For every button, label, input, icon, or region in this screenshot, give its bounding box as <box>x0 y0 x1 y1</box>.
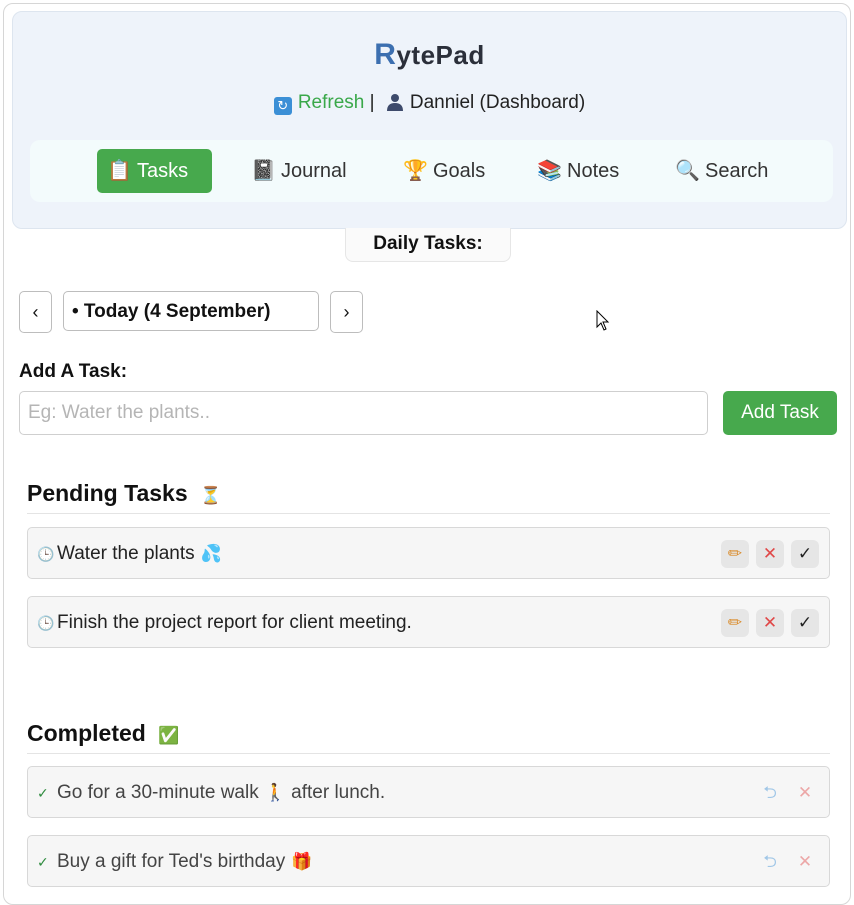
droplets-icon: 💦 <box>200 544 222 563</box>
completed-heading: Completed ✅ <box>27 720 179 747</box>
hourglass-icon: ⏳ <box>200 486 222 505</box>
separator: | <box>369 92 375 113</box>
nav-tab-tasks[interactable]: 📋 Tasks <box>97 149 212 193</box>
nav-tab-goals[interactable]: 🏆 Goals <box>393 149 495 193</box>
clock-icon: 🕒 <box>37 615 55 631</box>
task-input[interactable] <box>19 391 708 435</box>
task-text: Go for a 30-minute walk 🚶 after lunch. <box>57 767 385 819</box>
completed-title-text: Completed <box>27 720 146 746</box>
task-text: Water the plants 💦 <box>57 528 222 580</box>
pending-title-text: Pending Tasks <box>27 480 188 506</box>
task-label: Finish the project report for client mee… <box>57 612 412 633</box>
clipboard-icon: 📋 <box>107 160 132 182</box>
task-label: Buy a gift for Ted's birthday <box>57 851 286 872</box>
task-label: Water the plants <box>57 543 195 564</box>
current-date-display: • Today (4 September) <box>63 291 319 331</box>
task-label-suffix: after lunch. <box>291 782 386 803</box>
completed-task-item: ✓ Buy a gift for Ted's birthday 🎁 ⮌ ✕ <box>27 835 830 887</box>
refresh-link[interactable]: Refresh <box>298 92 365 113</box>
refresh-icon[interactable]: ↻ <box>273 97 292 115</box>
edit-task-button[interactable]: ✏ <box>721 609 749 637</box>
nav-tab-journal[interactable]: 📓 Journal <box>241 149 357 193</box>
task-text: Finish the project report for client mee… <box>57 597 412 649</box>
complete-task-button[interactable]: ✓ <box>791 609 819 637</box>
add-task-label: Add A Task: <box>19 361 128 382</box>
undo-task-button[interactable]: ⮌ <box>756 779 784 807</box>
main-nav: 📋 Tasks 📓 Journal 🏆 Goals 📚 Notes 🔍 Search <box>30 140 833 202</box>
nav-tab-label: Tasks <box>137 160 189 182</box>
app-logo: RytePad <box>13 38 846 72</box>
edit-task-button[interactable]: ✏ <box>721 540 749 568</box>
task-text: Buy a gift for Ted's birthday 🎁 <box>57 836 312 888</box>
check-box-icon: ✅ <box>158 726 180 745</box>
app-header: RytePad ↻ Refresh | Danniel (Dashboard) 📋… <box>12 11 847 229</box>
divider <box>27 753 830 754</box>
logo-initial: R <box>374 38 397 71</box>
divider <box>27 513 830 514</box>
user-line: ↻ Refresh | Danniel (Dashboard) <box>13 92 846 115</box>
check-icon: ✓ <box>37 854 49 870</box>
user-icon <box>386 94 403 111</box>
delete-task-button[interactable]: ✕ <box>756 540 784 568</box>
check-icon: ✓ <box>37 785 49 801</box>
delete-task-button[interactable]: ✕ <box>791 779 819 807</box>
magnifier-icon: 🔍 <box>675 160 700 182</box>
pending-task-item: 🕒 Water the plants 💦 ✏ ✕ ✓ <box>27 527 830 579</box>
delete-task-button[interactable]: ✕ <box>756 609 784 637</box>
delete-task-button[interactable]: ✕ <box>791 848 819 876</box>
clock-icon: 🕒 <box>37 546 55 562</box>
pending-task-item: 🕒 Finish the project report for client m… <box>27 596 830 648</box>
task-label: Go for a 30-minute walk <box>57 782 259 803</box>
books-icon: 📚 <box>537 160 562 182</box>
logo-text: ytePad <box>396 40 485 70</box>
daily-tasks-tab[interactable]: Daily Tasks: <box>345 228 511 262</box>
mouse-cursor-icon <box>596 310 610 331</box>
nav-tab-label: Journal <box>281 160 347 182</box>
prev-day-button[interactable]: ‹ <box>19 291 52 333</box>
nav-tab-label: Search <box>705 160 769 182</box>
gift-icon: 🎁 <box>291 852 313 871</box>
trophy-icon: 🏆 <box>403 160 428 182</box>
next-day-button[interactable]: › <box>330 291 363 333</box>
walking-person-icon: 🚶 <box>264 783 286 802</box>
complete-task-button[interactable]: ✓ <box>791 540 819 568</box>
pending-tasks-heading: Pending Tasks ⏳ <box>27 480 221 507</box>
completed-task-item: ✓ Go for a 30-minute walk 🚶 after lunch. … <box>27 766 830 818</box>
add-task-button[interactable]: Add Task <box>723 391 837 435</box>
nav-tab-label: Goals <box>433 160 486 182</box>
undo-task-button[interactable]: ⮌ <box>756 848 784 876</box>
user-dashboard-link[interactable]: Danniel (Dashboard) <box>410 92 585 113</box>
notebook-icon: 📓 <box>251 160 276 182</box>
nav-tab-search[interactable]: 🔍 Search <box>665 149 778 193</box>
nav-tab-notes[interactable]: 📚 Notes <box>527 149 629 193</box>
nav-tab-label: Notes <box>567 160 620 182</box>
